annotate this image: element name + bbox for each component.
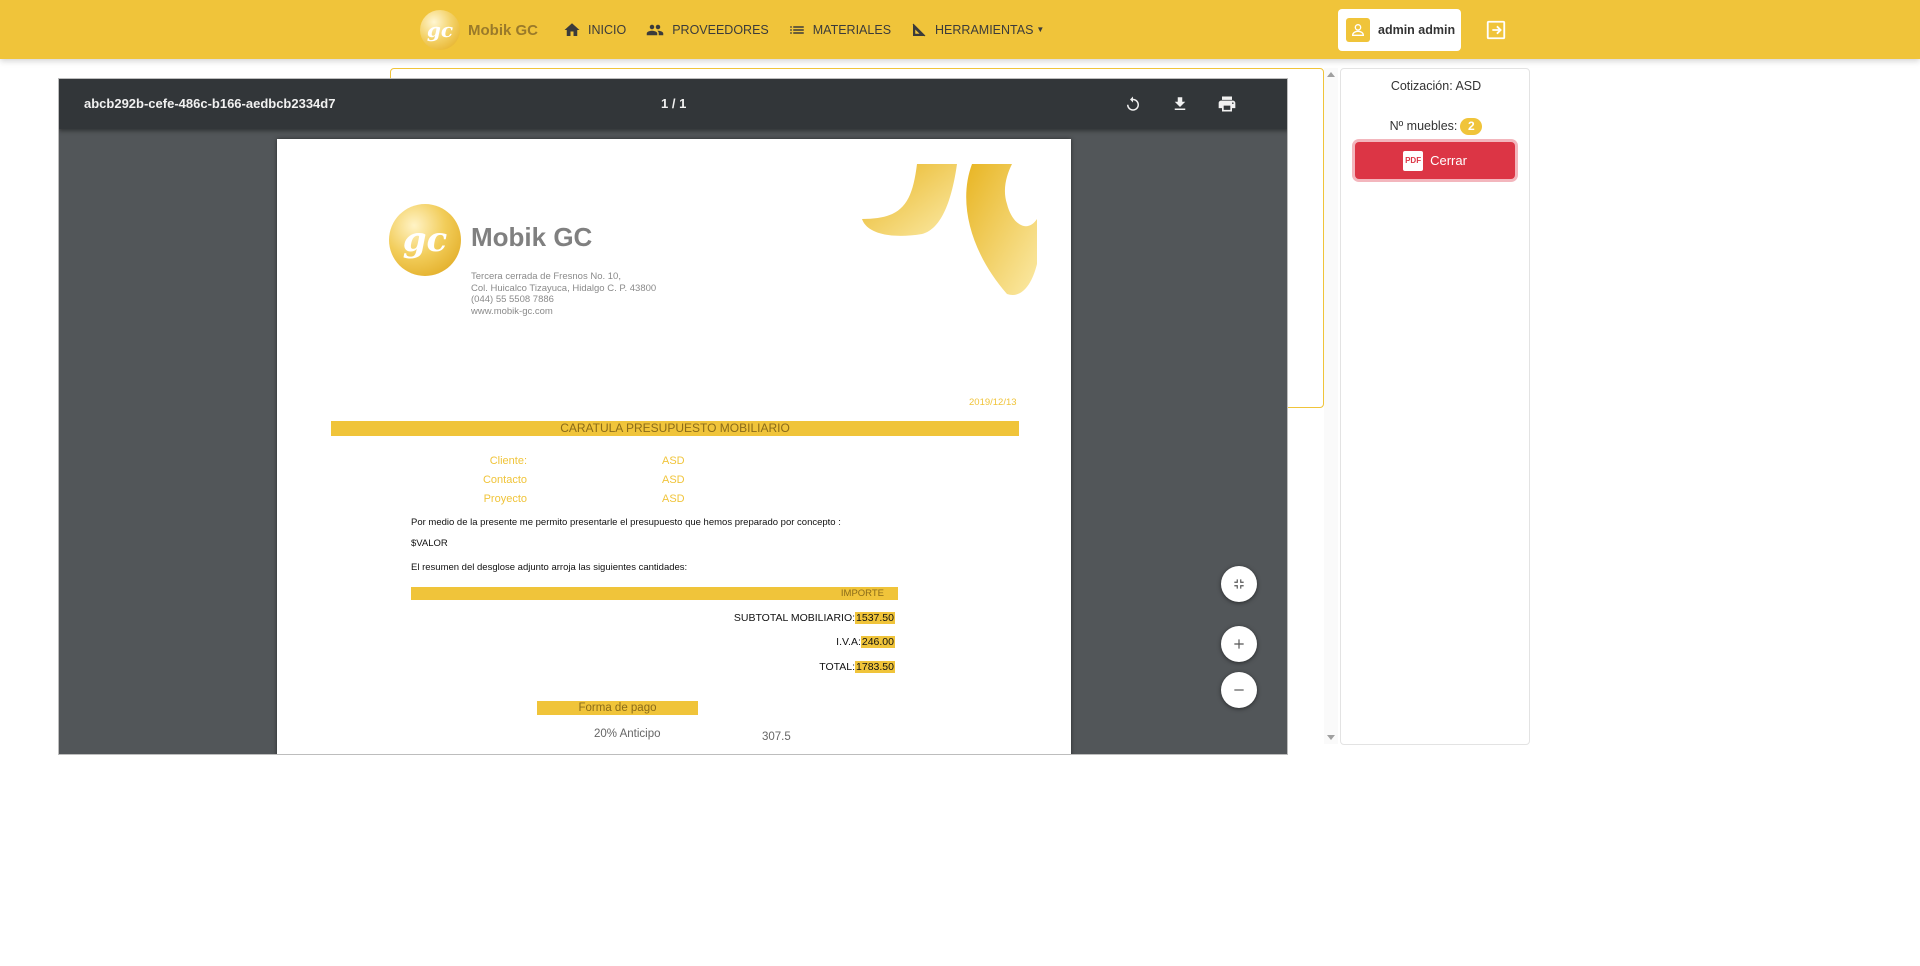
nav-link-label: HERRAMIENTAS: [935, 22, 1034, 37]
ruler-icon: [912, 23, 926, 36]
payment-value: 307.5: [762, 731, 791, 743]
total-label: TOTAL:: [819, 661, 856, 673]
close-pdf-button[interactable]: PDF Cerrar: [1355, 142, 1515, 179]
scroll-down-icon[interactable]: [1327, 735, 1335, 740]
rotate-button[interactable]: [1121, 92, 1145, 116]
brand[interactable]: gc Mobik GC: [420, 9, 538, 51]
quote-side-panel: Cotización: ASD Nº muebles: 2 PDF Cerrar: [1340, 68, 1530, 745]
field-value: ASD: [662, 493, 685, 505]
field-label: Cliente:: [489, 455, 527, 467]
pdf-icon: PDF: [1403, 150, 1424, 171]
total-row-subtotal: SUBTOTAL MOBILIARIO:1537.50: [734, 612, 895, 624]
address-line: www.mobik-gc.com: [471, 305, 553, 317]
importe-label: IMPORTE: [840, 588, 884, 599]
total-value: 1783.50: [855, 661, 895, 673]
document-date: 2019/12/13: [969, 397, 1017, 408]
logout-button[interactable]: [1484, 18, 1508, 42]
download-button[interactable]: [1168, 92, 1192, 116]
nav-link-label: INICIO: [588, 22, 627, 37]
total-value: 246.00: [860, 636, 895, 648]
list-icon: [790, 25, 804, 34]
close-button-label: Cerrar: [1430, 153, 1467, 168]
nav-link-inicio[interactable]: INICIO: [562, 21, 626, 39]
user-name: admin admin: [1378, 23, 1456, 37]
field-label: Contacto: [482, 474, 527, 486]
nav-link-materiales[interactable]: MATERIALES: [787, 21, 891, 39]
total-value: 1537.50: [855, 612, 895, 624]
people-icon: [646, 24, 664, 35]
total-row-iva: I.V.A:246.00: [836, 636, 895, 648]
rotate-icon: [1127, 96, 1139, 111]
address-line: Col. Huicalco Tizayuca, Hidalgo C. P. 43…: [471, 282, 657, 294]
address-line: Tercera cerrada de Fresnos No. 10,: [471, 271, 621, 282]
home-icon: [564, 22, 580, 36]
brand-name: Mobik GC: [468, 21, 538, 39]
cotizacion-label: Cotización: ASD: [1390, 79, 1482, 93]
print-icon: [1218, 96, 1236, 112]
decorative-swoosh: [862, 164, 1037, 295]
muebles-row: Nº muebles: 2: [1341, 118, 1531, 135]
nav-links: INICIO PROVEEDORES MATERIALES HERRAMIENT…: [562, 0, 1062, 59]
total-label: I.V.A:: [836, 636, 861, 648]
pdf-page-counter: 1 / 1: [661, 96, 687, 111]
fit-page-icon: [1234, 579, 1244, 589]
user-icon: [1346, 18, 1370, 42]
chevron-down-icon: ▼: [1036, 25, 1045, 34]
field-value: ASD: [662, 455, 685, 467]
user-menu-button[interactable]: admin admin: [1338, 9, 1461, 51]
intro-text: Por medio de la presente me permito pres…: [411, 517, 841, 528]
field-value: ASD: [662, 474, 685, 486]
page-scrollbar[interactable]: [1324, 68, 1338, 744]
pdf-page: gc Mobik GC Tercera cerrada de Fresnos N…: [277, 139, 1071, 754]
document-logo: gc: [389, 204, 461, 276]
top-navbar: gc Mobik GC INICIO PROVEEDORES MATERIALE…: [0, 0, 1920, 59]
fit-page-button[interactable]: [1221, 566, 1257, 602]
total-row-total: TOTAL:1783.50: [819, 661, 895, 673]
pdf-document-title: abcb292b-cefe-486c-b166-aedbcb2334d7: [84, 96, 336, 111]
summary-text: El resumen del desglose adjunto arroja l…: [411, 562, 688, 573]
document-address: Tercera cerrada de Fresnos No. 10, Col. …: [471, 271, 656, 317]
pdf-toolbar: abcb292b-cefe-486c-b166-aedbcb2334d7 1 /…: [59, 79, 1287, 129]
muebles-label: Nº muebles:: [1389, 119, 1458, 133]
total-label: SUBTOTAL MOBILIARIO:: [733, 612, 856, 624]
logout-icon: [1486, 20, 1506, 40]
muebles-count-badge: 2: [1460, 118, 1483, 135]
print-button[interactable]: [1215, 92, 1239, 116]
nav-link-label: PROVEEDORES: [672, 22, 769, 37]
document-brand-name: Mobik GC: [471, 222, 593, 252]
zoom-in-button[interactable]: [1221, 626, 1257, 662]
zoom-out-icon: [1234, 689, 1244, 691]
importe-header: IMPORTE: [411, 587, 898, 600]
brand-logo: gc: [420, 10, 460, 50]
valor-placeholder: $VALOR: [411, 538, 448, 549]
payment-header: Forma de pago: [537, 701, 698, 715]
scroll-up-icon[interactable]: [1327, 72, 1335, 77]
nav-link-label: MATERIALES: [812, 22, 892, 37]
nav-link-proveedores[interactable]: PROVEEDORES: [644, 21, 769, 39]
payment-label: 20% Anticipo: [594, 728, 661, 740]
zoom-out-button[interactable]: [1221, 672, 1257, 708]
download-icon: [1174, 97, 1186, 110]
pdf-viewer: abcb292b-cefe-486c-b166-aedbcb2334d7 1 /…: [58, 78, 1288, 755]
address-line: (044) 55 5508 7886: [471, 294, 554, 305]
document-title: CARATULA PRESUPUESTO MOBILIARIO: [331, 421, 1019, 436]
field-label: Proyecto: [483, 493, 527, 505]
nav-link-herramientas[interactable]: HERRAMIENTAS ▼: [909, 21, 1044, 39]
zoom-in-icon: [1234, 639, 1244, 649]
